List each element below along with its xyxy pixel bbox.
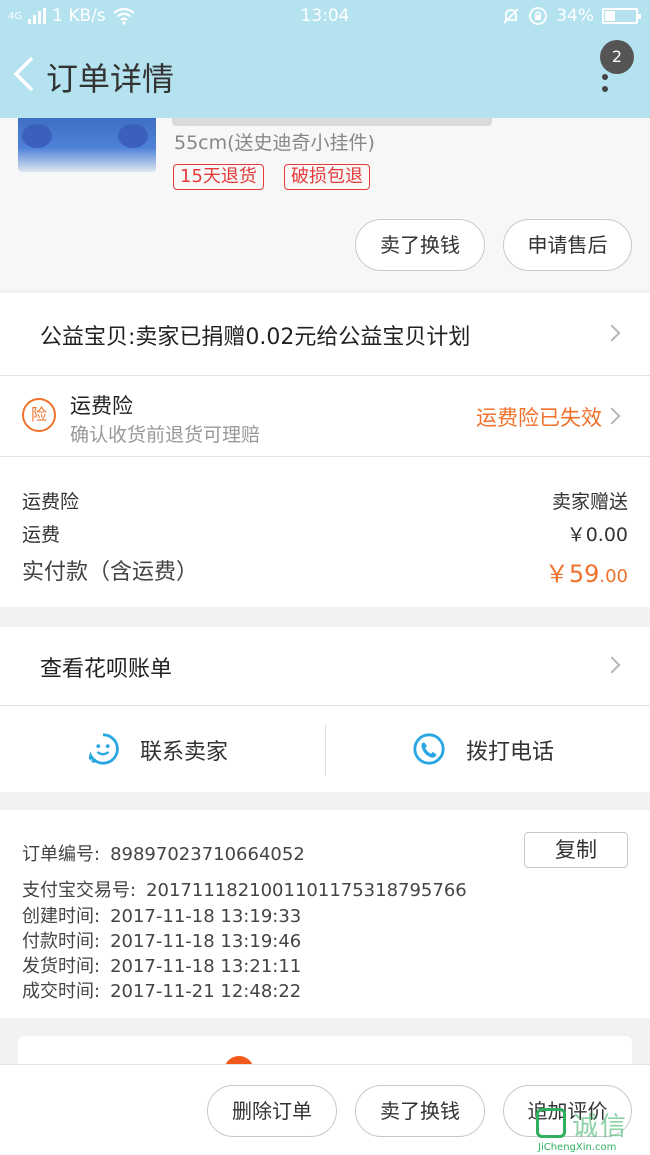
chat-icon	[86, 733, 119, 766]
header: 订单详情 2	[0, 32, 650, 118]
chevron-right-icon	[603, 407, 621, 425]
created-time: 创建时间: 2017-11-18 13:19:33	[22, 902, 301, 928]
page-title: 订单详情	[46, 60, 175, 98]
paid-time: 付款时间: 2017-11-18 13:19:46	[22, 927, 301, 953]
cost-summary: 运费险 卖家赠送 运费 ￥0.00 实付款（含运费） ￥59.00	[0, 457, 650, 607]
total-value: ￥59.00	[545, 554, 628, 589]
total-integer: 59	[568, 560, 600, 588]
watermark-url: JiChengXin.com	[538, 1142, 617, 1153]
insurance-title: 运费险	[70, 394, 133, 418]
mute-bell-icon	[503, 8, 519, 24]
shipping-insurance-row[interactable]: 险 运费险 确认收货前退货可理赔 运费险已失效	[0, 376, 650, 456]
field-label: 成交时间:	[22, 981, 101, 1002]
contact-bar: 联系卖家 拨打电话	[0, 706, 650, 792]
delete-order-button[interactable]: 删除订单	[207, 1085, 337, 1137]
field-value: 2017111821001101175318795766	[146, 880, 467, 901]
copy-button[interactable]: 复制	[524, 832, 628, 868]
cost-value: ￥0.00	[566, 524, 628, 546]
field-label: 发货时间:	[22, 956, 101, 977]
watermark-text: 诚信	[572, 1112, 629, 1142]
status-bar: 4G 1 KB/s 13:04 34%	[0, 0, 650, 32]
message-badge[interactable]: 2	[600, 40, 634, 74]
chevron-right-icon	[603, 324, 621, 342]
shipped-time: 发货时间: 2017-11-18 13:21:11	[22, 952, 301, 978]
battery-percent: 34%	[556, 6, 594, 26]
call-phone-button[interactable]: 拨打电话	[326, 706, 650, 792]
battery-icon	[602, 8, 641, 24]
field-value: 2017-11-21 12:48:22	[110, 981, 302, 1002]
phone-icon	[413, 733, 445, 765]
product-image[interactable]	[18, 118, 156, 172]
field-value: 2017-11-18 13:21:11	[110, 956, 302, 977]
cost-value: 卖家赠送	[551, 491, 628, 513]
field-label: 支付宝交易号:	[22, 880, 137, 901]
more-icon[interactable]	[602, 74, 612, 98]
field-value: 2017-11-18 13:19:33	[110, 906, 302, 927]
tag-damage-return: 破损包退	[284, 164, 370, 190]
order-info: 订单编号: 89897023710664052 复制 支付宝交易号: 2017111…	[0, 810, 650, 1018]
alipay-trade-number: 支付宝交易号: 2017111821001101175318795766	[22, 876, 467, 902]
rotation-lock-icon	[529, 7, 548, 25]
insurance-subtitle: 确认收货前退货可理赔	[70, 424, 261, 446]
cost-label: 运费险	[22, 491, 80, 513]
completed-time: 成交时间: 2017-11-21 12:48:22	[22, 977, 301, 1003]
chevron-right-icon	[603, 656, 621, 674]
field-label: 创建时间:	[22, 906, 101, 927]
watermark-icon	[536, 1108, 566, 1138]
back-icon[interactable]	[10, 54, 40, 94]
call-phone-label: 拨打电话	[466, 740, 555, 765]
huabei-text: 查看花呗账单	[40, 657, 173, 682]
total-label: 实付款（含运费）	[22, 560, 199, 585]
order-number: 订单编号: 89897023710664052	[22, 840, 305, 866]
charity-row[interactable]: 公益宝贝:卖家已捐赠0.02元给公益宝贝计划	[0, 293, 650, 375]
resell-button[interactable]: 卖了换钱	[355, 1085, 485, 1137]
contact-seller-label: 联系卖家	[140, 740, 229, 765]
field-value: 89897023710664052	[110, 844, 305, 865]
contact-seller-button[interactable]: 联系卖家	[0, 706, 325, 792]
insurance-status: 运费险已失效	[476, 406, 602, 430]
product-spec: 55cm(送史迪奇小挂件)	[174, 132, 375, 154]
insurance-icon: 险	[22, 398, 56, 432]
field-label: 订单编号:	[22, 844, 101, 865]
resell-button[interactable]: 卖了换钱	[355, 219, 485, 271]
huabei-bill-row[interactable]: 查看花呗账单	[0, 627, 650, 705]
field-label: 付款时间:	[22, 931, 101, 952]
total-decimal: .00	[599, 566, 628, 587]
product-card: 55cm(送史迪奇小挂件) 15天退货 破损包退 卖了换钱 申请售后	[0, 114, 650, 290]
field-value: 2017-11-18 13:19:46	[110, 931, 302, 952]
tag-return-15days: 15天退货	[173, 164, 264, 190]
watermark-logo: 诚信 JiChengXin.com	[532, 1104, 650, 1155]
total-currency: ￥	[544, 560, 569, 588]
charity-text: 公益宝贝:卖家已捐赠0.02元给公益宝贝计划	[40, 325, 471, 350]
after-sale-button[interactable]: 申请售后	[503, 219, 632, 271]
cost-label: 运费	[22, 524, 61, 546]
